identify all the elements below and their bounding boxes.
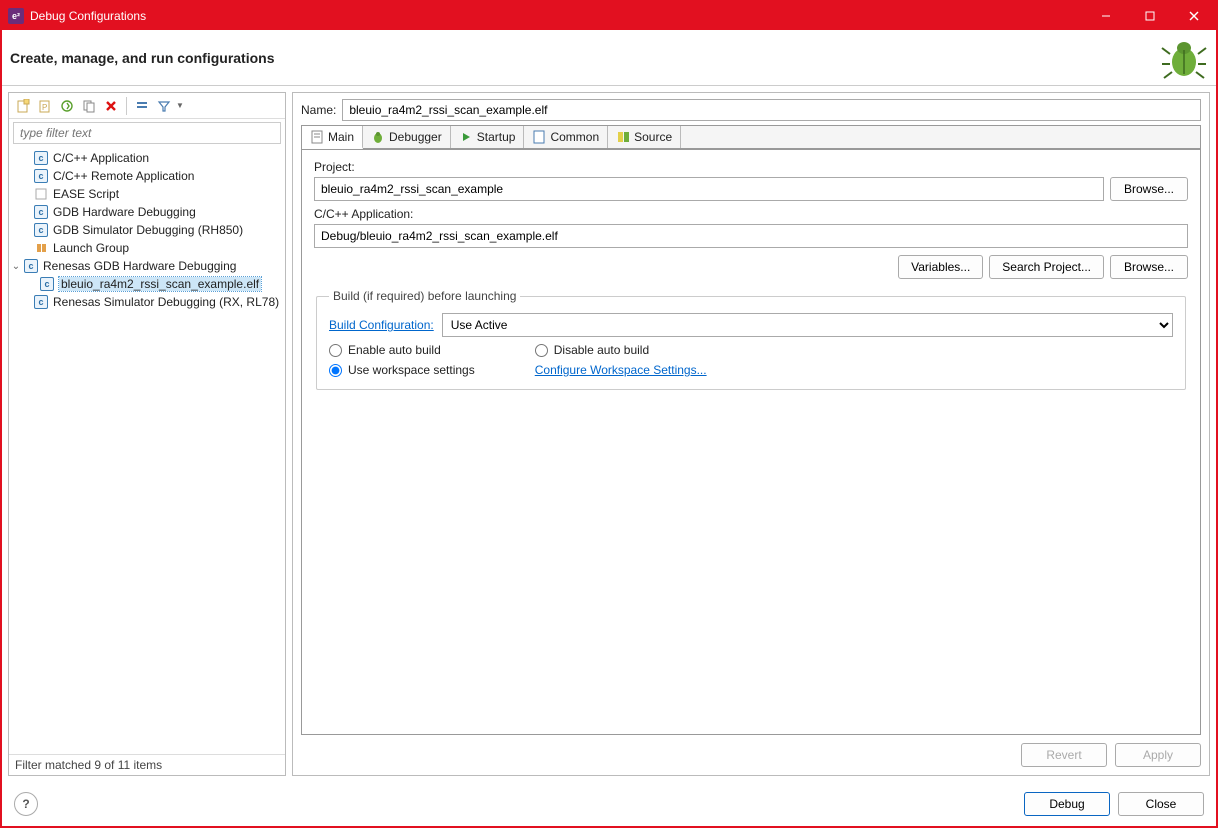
revert-button[interactable]: Revert [1021, 743, 1107, 767]
maximize-button[interactable] [1128, 2, 1172, 30]
debug-button[interactable]: Debug [1024, 792, 1110, 816]
tree-item[interactable]: cC/C++ Application [9, 149, 285, 167]
tab-label: Debugger [389, 130, 442, 144]
tree-item-expanded[interactable]: ⌄cRenesas GDB Hardware Debugging [9, 257, 285, 275]
radio-disable-auto[interactable]: Disable auto build [535, 343, 707, 357]
duplicate-button[interactable] [79, 96, 99, 116]
name-input[interactable] [342, 99, 1201, 121]
tab-debugger[interactable]: Debugger [363, 126, 451, 148]
tree-item[interactable]: cGDB Hardware Debugging [9, 203, 285, 221]
radio-label: Enable auto build [348, 343, 441, 357]
variables-button[interactable]: Variables... [898, 255, 983, 279]
filter-button[interactable] [154, 96, 174, 116]
minimize-button[interactable] [1084, 2, 1128, 30]
project-input[interactable] [314, 177, 1104, 201]
radio-label: Disable auto build [554, 343, 649, 357]
name-label: Name: [301, 103, 336, 117]
tab-startup[interactable]: Startup [451, 126, 525, 148]
collapse-all-button[interactable] [132, 96, 152, 116]
app-input[interactable] [314, 224, 1188, 248]
tree-item[interactable]: cC/C++ Remote Application [9, 167, 285, 185]
close-button[interactable] [1172, 2, 1216, 30]
config-toolbar: P ▼ [9, 93, 285, 119]
radio-enable-auto[interactable]: Enable auto build [329, 343, 475, 357]
play-icon [459, 130, 473, 144]
delete-button[interactable] [101, 96, 121, 116]
source-icon [616, 130, 630, 144]
tab-label: Common [550, 130, 599, 144]
configure-workspace-link[interactable]: Configure Workspace Settings... [535, 363, 707, 377]
app-label: C/C++ Application: [314, 207, 1188, 221]
tab-main[interactable]: Main [302, 126, 363, 149]
tab-common[interactable]: Common [524, 126, 608, 148]
app-browse-button[interactable]: Browse... [1110, 255, 1188, 279]
filter-input[interactable] [13, 122, 281, 144]
new-config-button[interactable] [13, 96, 33, 116]
bug-small-icon [371, 130, 385, 144]
config-tree[interactable]: cC/C++ Application cC/C++ Remote Applica… [9, 147, 285, 754]
tree-item[interactable]: EASE Script [9, 185, 285, 203]
filter-status: Filter matched 9 of 11 items [9, 754, 285, 775]
dropdown-arrow-icon[interactable]: ▼ [176, 101, 184, 110]
tree-item[interactable]: cGDB Simulator Debugging (RH850) [9, 221, 285, 239]
app-icon: e² [8, 8, 24, 24]
window-title: Debug Configurations [30, 9, 146, 23]
tree-item[interactable]: cRenesas Simulator Debugging (RX, RL78) [9, 293, 285, 311]
project-label: Project: [314, 160, 1188, 174]
svg-text:P: P [42, 103, 47, 112]
header: Create, manage, and run configurations [2, 30, 1216, 86]
tree-item-selected[interactable]: cbleuio_ra4m2_rssi_scan_example.elf [9, 275, 285, 293]
tab-main-body: Project: Browse... C/C++ Application: Va… [301, 149, 1201, 735]
titlebar: e² Debug Configurations [2, 2, 1216, 30]
common-icon [532, 130, 546, 144]
apply-button[interactable]: Apply [1115, 743, 1201, 767]
build-group-label: Build (if required) before launching [329, 289, 520, 303]
detail-footer: Revert Apply [293, 739, 1209, 775]
document-icon [310, 130, 324, 144]
build-config-select[interactable]: Use Active [442, 313, 1173, 337]
bug-icon [1160, 34, 1208, 82]
config-list-panel: P ▼ cC/C++ Application cC/C++ Remote App… [8, 92, 286, 776]
tab-bar: Main Debugger Startup Common Source [301, 125, 1201, 149]
tree-item[interactable]: Launch Group [9, 239, 285, 257]
tab-source[interactable]: Source [608, 126, 681, 148]
new-prototype-button[interactable]: P [35, 96, 55, 116]
search-project-button[interactable]: Search Project... [989, 255, 1104, 279]
build-group: Build (if required) before launching Bui… [316, 289, 1186, 390]
export-button[interactable] [57, 96, 77, 116]
config-detail-panel: Name: Main Debugger Startup Common Sourc… [292, 92, 1210, 776]
tab-label: Main [328, 130, 354, 144]
help-button[interactable]: ? [14, 792, 38, 816]
radio-workspace[interactable]: Use workspace settings [329, 363, 475, 377]
project-browse-button[interactable]: Browse... [1110, 177, 1188, 201]
tab-label: Source [634, 130, 672, 144]
radio-label: Use workspace settings [348, 363, 475, 377]
bottom-bar: ? Debug Close [2, 782, 1216, 826]
build-config-link[interactable]: Build Configuration: [329, 318, 434, 332]
expand-toggle[interactable]: ⌄ [9, 261, 23, 272]
header-title: Create, manage, and run configurations [10, 50, 1160, 66]
close-dialog-button[interactable]: Close [1118, 792, 1204, 816]
tab-label: Startup [477, 130, 516, 144]
